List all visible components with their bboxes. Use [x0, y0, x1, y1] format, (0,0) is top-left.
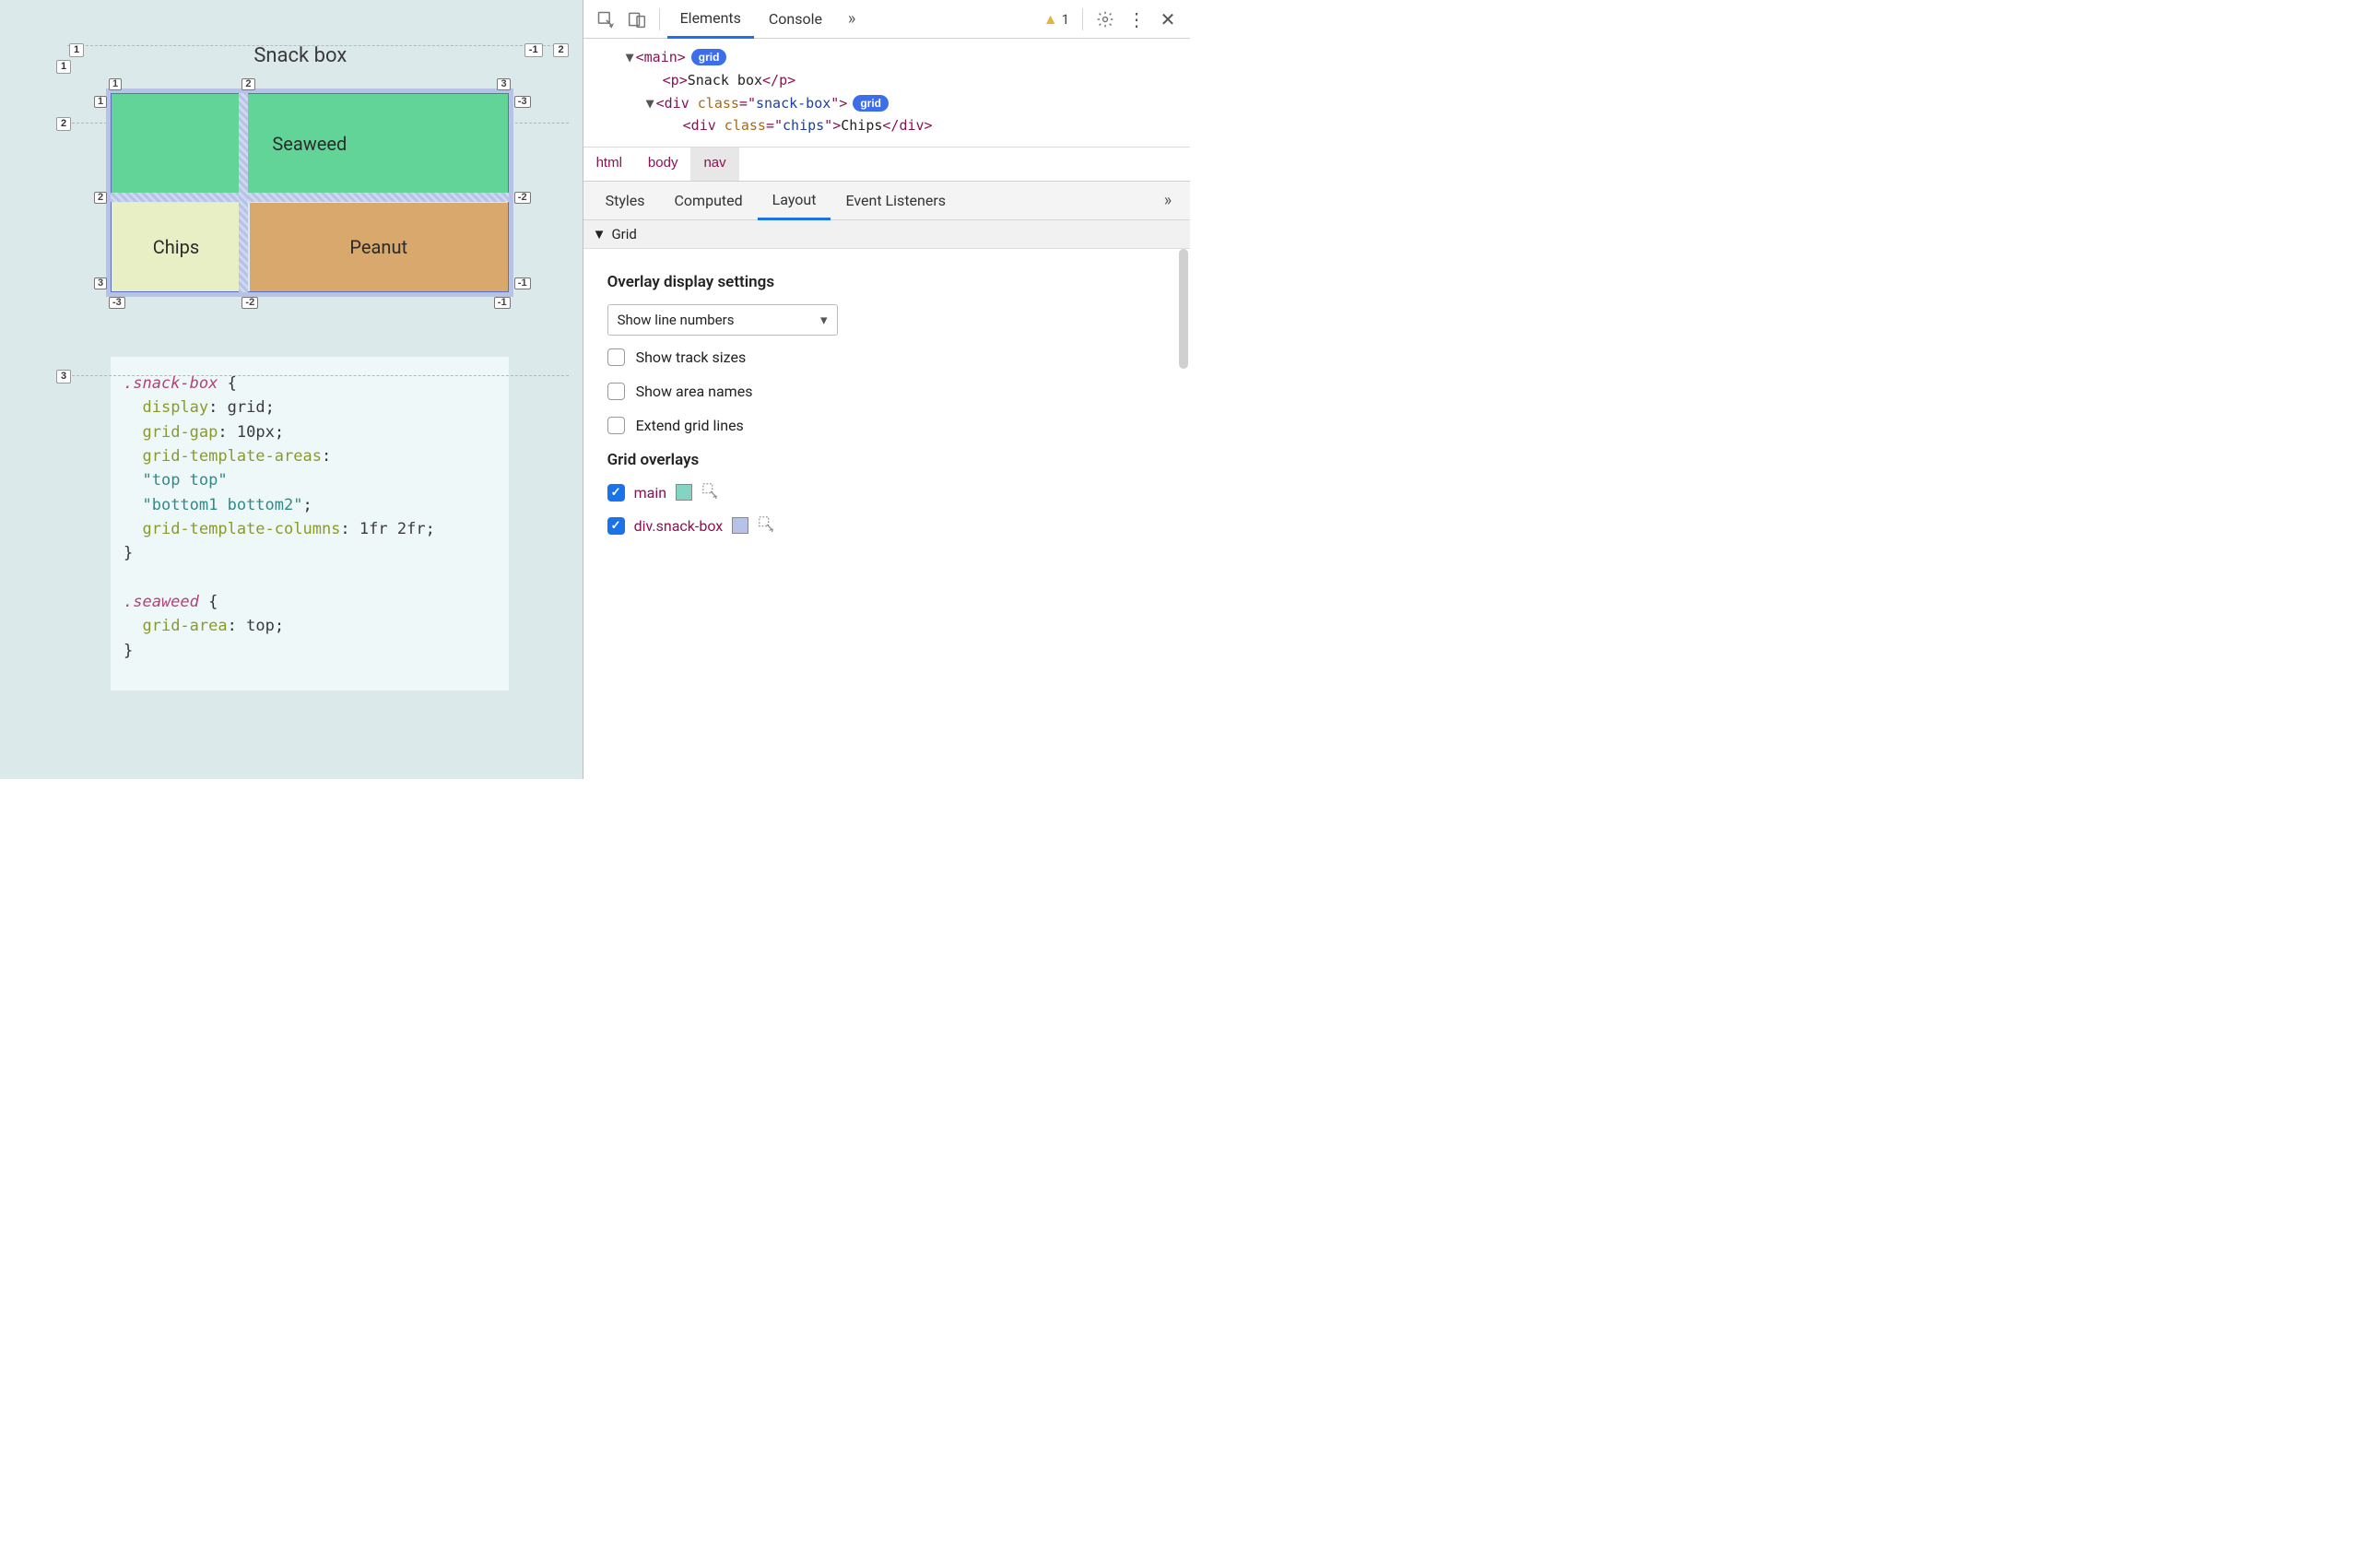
col-line-neg1: -1: [494, 297, 511, 309]
snack-seaweed: Seaweed: [112, 94, 508, 194]
highlight-element-icon[interactable]: [758, 515, 774, 536]
panel-tabs: Styles Computed Layout Event Listeners »: [583, 182, 1190, 220]
outer-col-2: 2: [553, 43, 568, 57]
checkbox-checked[interactable]: [607, 517, 625, 535]
crumb-html[interactable]: html: [583, 148, 635, 181]
devtools-tabbar: Elements Console » ▲ 1 ⋮ ✕: [583, 0, 1190, 39]
row-line-neg3-r: -3: [514, 96, 531, 108]
devtools-panel: Elements Console » ▲ 1 ⋮ ✕ ▼<main>grid <…: [583, 0, 1190, 779]
kebab-icon[interactable]: ⋮: [1122, 5, 1151, 34]
snack-box-wrap: 1 2 3 1 -3 2 -2 3 -1 -3 -2 -1 Seaweed Ch…: [111, 93, 509, 292]
crumb-nav[interactable]: nav: [690, 148, 738, 181]
grid-overlay-main: main: [607, 482, 1166, 502]
panel-tab-event-listeners[interactable]: Event Listeners: [831, 183, 960, 218]
page-viewport: 1 -1 2 1 2 3 Snack box 1 2 3 1 -3 2 -2 3…: [0, 0, 583, 779]
row-line-neg2-r: -2: [514, 192, 531, 204]
chevron-down-icon: ▾: [820, 312, 828, 328]
line-number-select[interactable]: Show line numbers ▾: [607, 304, 838, 336]
disclosure-triangle-icon: ▼: [593, 226, 607, 242]
panel-tab-styles[interactable]: Styles: [591, 183, 660, 218]
outer-row-2: 2: [56, 117, 71, 131]
overlay-label[interactable]: div.snack-box: [634, 517, 724, 535]
close-icon[interactable]: ✕: [1153, 5, 1183, 34]
snack-chips: Chips: [112, 203, 241, 291]
gear-icon[interactable]: [1090, 5, 1120, 34]
more-panel-tabs-icon[interactable]: »: [1153, 186, 1183, 216]
snack-peanut: Peanut: [250, 203, 508, 291]
device-toggle-icon[interactable]: [622, 5, 652, 34]
checkbox-checked[interactable]: [607, 484, 625, 502]
inspect-icon[interactable]: [591, 5, 620, 34]
color-swatch[interactable]: [676, 484, 692, 501]
outer-row-1: 1: [56, 60, 71, 74]
checkbox-unchecked[interactable]: [607, 348, 625, 366]
checkbox-unchecked[interactable]: [607, 383, 625, 400]
check-show-area-names[interactable]: Show area names: [607, 383, 1166, 400]
dom-tree[interactable]: ▼<main>grid <p>Snack box</p> ▼<div class…: [583, 39, 1190, 147]
check-show-track-sizes[interactable]: Show track sizes: [607, 348, 1166, 366]
color-swatch[interactable]: [732, 517, 748, 534]
check-label: Show area names: [636, 383, 753, 400]
panel-tab-computed[interactable]: Computed: [660, 183, 758, 218]
row-line-neg1-r: -1: [514, 277, 531, 289]
highlight-element-icon[interactable]: [701, 482, 718, 502]
check-extend-grid-lines[interactable]: Extend grid lines: [607, 417, 1166, 434]
col-line-3: 3: [497, 78, 510, 90]
overlay-settings-heading: Overlay display settings: [607, 273, 1166, 291]
grid-badge[interactable]: grid: [853, 95, 889, 112]
grid-badge[interactable]: grid: [691, 49, 727, 65]
outer-col-neg1: -1: [524, 43, 543, 57]
check-label: Show track sizes: [636, 348, 747, 366]
grid-overlay-snack-box: div.snack-box: [607, 515, 1166, 536]
outer-row-3: 3: [56, 370, 71, 384]
panel-tab-layout[interactable]: Layout: [758, 182, 831, 220]
section-grid-header[interactable]: ▼ Grid: [583, 220, 1190, 249]
tab-console[interactable]: Console: [756, 1, 835, 37]
row-line-1: 1: [94, 96, 107, 108]
col-line-neg3: -3: [109, 297, 125, 309]
scrollbar[interactable]: [1177, 249, 1190, 779]
warning-count: 1: [1062, 11, 1069, 28]
overlay-label[interactable]: main: [634, 484, 666, 502]
col-line-2: 2: [242, 78, 254, 90]
tab-elements[interactable]: Elements: [667, 0, 754, 39]
row-line-2: 2: [94, 192, 107, 204]
page-title: Snack box: [74, 44, 527, 67]
css-code-block: .snack-box { display: grid; grid-gap: 10…: [111, 357, 509, 690]
grid-overlays-heading: Grid overlays: [607, 451, 1166, 469]
snack-box-grid: Seaweed Chips Peanut: [111, 93, 509, 292]
row-line-3: 3: [94, 277, 107, 289]
line-number-select-value: Show line numbers: [618, 312, 735, 328]
crumb-body[interactable]: body: [635, 148, 691, 181]
more-tabs-icon[interactable]: »: [837, 5, 866, 34]
col-line-neg2: -2: [242, 297, 258, 309]
warning-badge[interactable]: ▲ 1: [1043, 10, 1069, 29]
layout-panel-body: Overlay display settings Show line numbe…: [583, 249, 1190, 779]
breadcrumb: html body nav: [583, 147, 1190, 182]
check-label: Extend grid lines: [636, 417, 744, 434]
checkbox-unchecked[interactable]: [607, 417, 625, 434]
col-line-1: 1: [109, 78, 122, 90]
section-grid-label: Grid: [611, 226, 636, 242]
warning-triangle-icon: ▲: [1043, 10, 1058, 29]
